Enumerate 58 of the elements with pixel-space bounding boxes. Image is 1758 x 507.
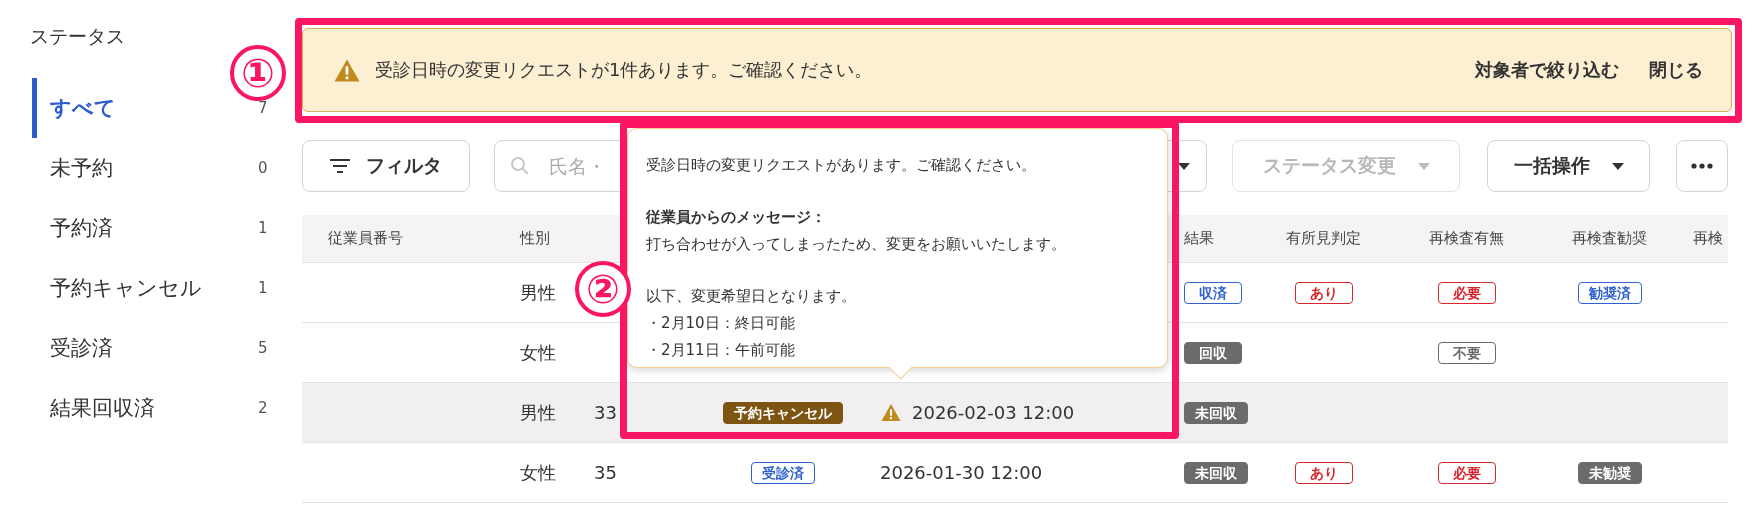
status-badge: 未勧奨 (1577, 461, 1642, 484)
column-header: 再検査有無 (1429, 229, 1504, 248)
tooltip-text: 以下、変更希望日となります。 (646, 287, 856, 307)
annotation-number: ① (230, 45, 286, 101)
annotation-number: ② (575, 261, 631, 317)
sidebar-item[interactable]: 未予約 0 (32, 138, 290, 198)
table-row[interactable]: 女性 35 受診済 2026-01-30 12:00 未回収 あり 必要 未勧奨 (302, 443, 1728, 503)
alert-action[interactable]: 閉じる (1649, 58, 1703, 82)
status-badge: 不要 (1437, 341, 1496, 364)
column-header: 従業員番号 (328, 229, 403, 248)
status-badge: 未回収 (1184, 401, 1248, 424)
search-icon (510, 156, 530, 176)
table-cell: 2026-02-03 12:00 (912, 402, 1075, 423)
table-cell: 女性 (520, 460, 556, 485)
warning-icon (880, 403, 902, 422)
caret-icon (1611, 162, 1624, 170)
column-header: 性別 (520, 229, 550, 248)
column-header: 有所見判定 (1286, 229, 1361, 248)
column-header: 結果 (1184, 229, 1214, 248)
table-cell: 2026-01-30 12:00 (880, 462, 1043, 483)
sidebar-item[interactable]: 受診済 5 (32, 318, 290, 378)
status-badge: 受診済 (751, 461, 815, 484)
sidebar-item[interactable]: 予約済 1 (32, 198, 290, 258)
status-badge: 必要 (1437, 281, 1496, 304)
table-cell: 33 (594, 402, 617, 423)
more-button[interactable] (1676, 140, 1728, 192)
more-icon (1691, 163, 1713, 169)
filter-icon (330, 159, 350, 173)
status-badge: 予約キャンセル (723, 401, 843, 424)
alert-message: 受診日時の変更リクエストが1件あります。ご確認ください。 (375, 58, 874, 82)
tooltip-heading: 従業員からのメッセージ： (646, 208, 826, 228)
warning-icon (333, 57, 361, 83)
tooltip-text: ・2月10日：終日可能 (646, 314, 795, 334)
status-badge: あり (1294, 461, 1353, 484)
alert-action[interactable]: 対象者で絞り込む (1475, 58, 1619, 82)
sidebar-title: ステータス (30, 25, 125, 47)
filter-button[interactable]: フィルタ (302, 140, 470, 192)
caret-icon (1417, 162, 1430, 170)
status-badge: 回収 (1184, 341, 1242, 364)
tooltip-text: ・2月11日：午前可能 (646, 341, 795, 361)
status-badge: 勧奨済 (1577, 281, 1642, 304)
status-badge: 必要 (1437, 461, 1496, 484)
table-cell: 女性 (520, 340, 556, 365)
status-badge: あり (1294, 281, 1353, 304)
dropdown-button[interactable]: 一括操作 (1487, 140, 1650, 192)
tooltip-text: 受診日時の変更リクエストがあります。ご確認ください。 (646, 156, 1036, 176)
table-cell: 35 (594, 462, 617, 483)
column-header: 再検査勧奨 (1572, 229, 1647, 248)
table-row[interactable]: 男性 33 予約キャンセル 2026-02-03 12:00 未回収 (302, 383, 1728, 443)
status-badge: 収済 (1184, 281, 1242, 304)
table-cell: 男性 (520, 280, 556, 305)
sidebar-item[interactable]: 予約キャンセル 1 (32, 258, 290, 318)
column-header: 再検 (1693, 229, 1723, 248)
status-badge: 未回収 (1184, 461, 1248, 484)
caret-icon (1178, 162, 1190, 170)
sidebar-item[interactable]: 結果回収済 2 (32, 378, 290, 438)
table-cell: 男性 (520, 400, 556, 425)
tooltip-text: 打ち合わせが入ってしまったため、変更をお願いいたします。 (646, 235, 1066, 255)
